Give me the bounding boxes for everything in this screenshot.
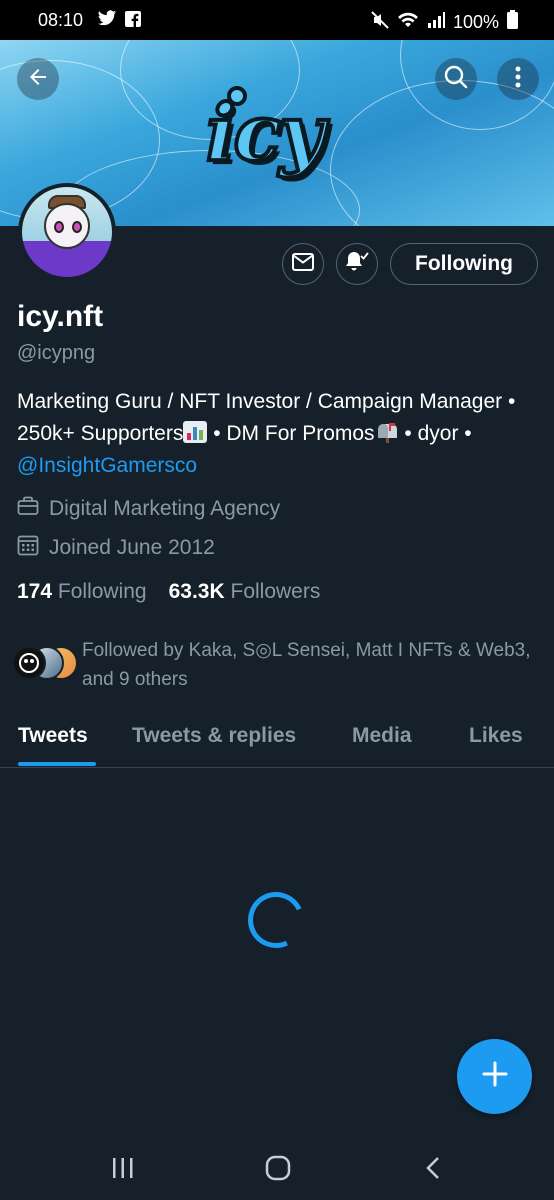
following-label: Following	[57, 580, 147, 603]
bio-text: • DM For Promos	[207, 422, 375, 445]
status-bar: 08:10 100%	[0, 0, 554, 40]
notifications-button[interactable]	[336, 243, 378, 285]
status-time: 08:10	[38, 10, 84, 30]
mailbox-emoji-icon	[375, 421, 399, 443]
message-button[interactable]	[282, 243, 324, 285]
mute-icon	[371, 10, 389, 34]
profile-tabs: Tweets Tweets & replies Media Likes	[0, 712, 554, 768]
tab-tweets[interactable]: Tweets	[18, 724, 88, 748]
system-back-button[interactable]	[413, 1154, 453, 1186]
profile-joined: Joined June 2012	[49, 536, 215, 559]
recent-apps-button[interactable]	[103, 1154, 143, 1186]
following-stat[interactable]: 174 Following	[17, 580, 147, 604]
avatar	[12, 646, 46, 680]
banner-logo: icy	[204, 86, 326, 181]
category-row: Digital Marketing Agency	[17, 496, 280, 522]
follow-stats: 174 Following 63.3K Followers	[17, 580, 320, 604]
profile-handle: @icypng	[17, 342, 96, 364]
more-vertical-icon	[515, 66, 521, 93]
calendar-icon	[17, 534, 39, 562]
avatar-image	[22, 187, 112, 277]
battery-percent: 100%	[452, 11, 499, 32]
profile-category: Digital Marketing Agency	[49, 497, 281, 520]
bio-mention-link[interactable]: @InsightGamersco	[17, 454, 197, 477]
facebook-icon	[125, 10, 141, 32]
loading-spinner	[240, 884, 312, 956]
back-button[interactable]	[17, 58, 59, 100]
home-icon	[265, 1155, 291, 1186]
search-button[interactable]	[435, 58, 477, 100]
arrow-left-icon	[26, 65, 50, 94]
following-button[interactable]: Following	[390, 243, 538, 285]
bell-check-icon	[344, 250, 370, 279]
search-icon	[443, 64, 469, 95]
following-count: 174	[17, 580, 53, 603]
compose-tweet-button[interactable]	[457, 1039, 532, 1114]
followers-stat[interactable]: 63.3K Followers	[169, 580, 321, 604]
profile-name: icy.nft	[17, 300, 104, 333]
twitter-icon	[97, 10, 117, 32]
followed-by-text: Followed by Kaka, S◎L Sensei, Matt I NFT…	[82, 640, 531, 690]
signal-icon	[427, 11, 445, 33]
battery-icon	[507, 10, 518, 34]
plus-icon	[482, 1061, 508, 1092]
followed-by-avatars	[12, 646, 78, 680]
home-button[interactable]	[258, 1154, 298, 1186]
envelope-icon	[292, 252, 314, 276]
chevron-left-icon	[425, 1156, 441, 1185]
more-options-button[interactable]	[497, 58, 539, 100]
joined-row: Joined June 2012	[17, 534, 215, 562]
system-nav-bar	[0, 1140, 554, 1200]
followers-label: Followers	[230, 580, 321, 603]
profile-bio: Marketing Guru / NFT Investor / Campaign…	[17, 386, 537, 482]
tab-likes[interactable]: Likes	[469, 724, 523, 748]
profile-avatar[interactable]	[18, 183, 116, 281]
wifi-icon	[397, 11, 419, 34]
tab-media[interactable]: Media	[352, 724, 412, 748]
bio-text: • dyor •	[398, 422, 472, 445]
followers-count: 63.3K	[168, 580, 225, 603]
active-tab-indicator	[18, 762, 96, 766]
bar-chart-emoji-icon	[183, 421, 208, 443]
tab-tweets-replies[interactable]: Tweets & replies	[132, 724, 296, 748]
briefcase-icon	[17, 496, 39, 522]
recent-apps-icon	[111, 1157, 135, 1184]
